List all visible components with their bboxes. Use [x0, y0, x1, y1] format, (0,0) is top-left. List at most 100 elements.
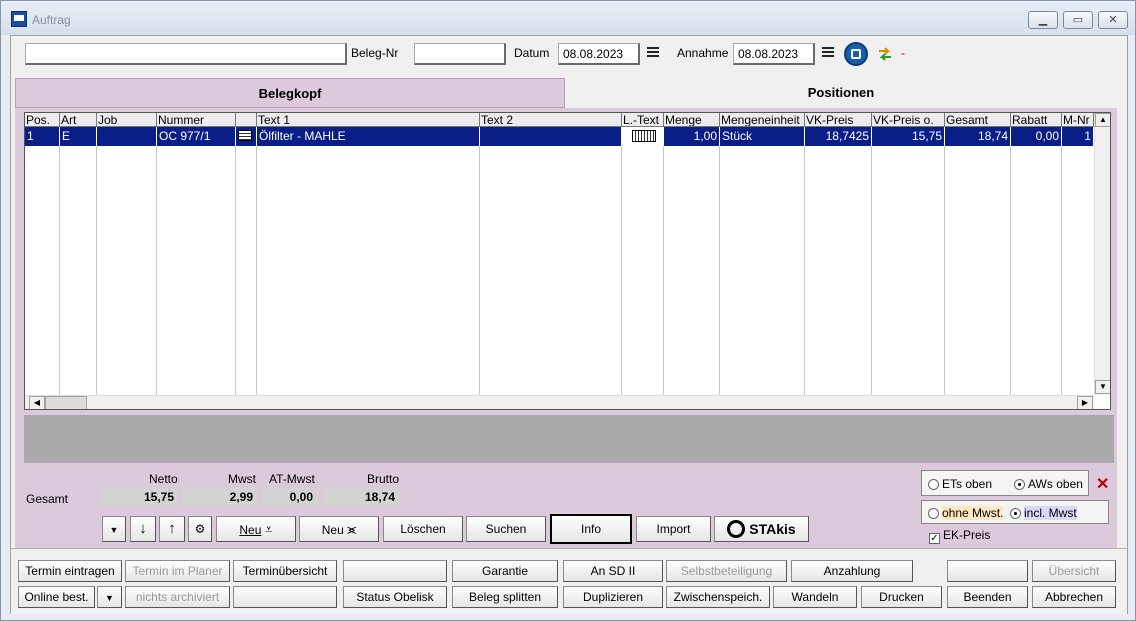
col-nummer[interactable]: Nummer — [157, 113, 236, 127]
note-icon[interactable] — [238, 130, 252, 141]
datum-label: Datum — [514, 46, 550, 60]
zwischenspeichern-button[interactable]: Zwischenspeich. — [666, 586, 770, 608]
abbrechen-button[interactable]: Abbrechen — [1032, 586, 1116, 608]
col-menge[interactable]: Menge — [664, 113, 720, 127]
stakis-button[interactable]: STAkis — [714, 516, 809, 542]
scroll-down-icon[interactable]: ▼ — [1095, 380, 1110, 394]
status-flag: - — [901, 46, 905, 60]
info-bar — [24, 415, 1114, 463]
ek-preis-checkbox[interactable]: ✓ — [929, 533, 940, 544]
scroll-thumb[interactable] — [45, 396, 87, 409]
scroll-up-icon[interactable]: ▲ — [1095, 113, 1110, 127]
loeschen-button[interactable]: Löschen — [383, 516, 463, 542]
beleg-splitten-button[interactable]: Beleg splitten — [452, 586, 558, 608]
col-job[interactable]: Job — [97, 113, 157, 127]
selbstbeteiligung-button[interactable]: Selbstbeteiligung — [666, 560, 787, 582]
wandeln-button[interactable]: Wandeln — [773, 586, 857, 608]
ohne-mwst-option[interactable]: ohne Mwst. — [928, 506, 1004, 520]
status-obelisk-button[interactable]: Status Obelisk — [343, 586, 447, 608]
title-bar: Auftrag ▁ ▭ ✕ — [1, 1, 1135, 35]
swap-icon[interactable] — [877, 46, 893, 62]
dropdown-button[interactable]: ▼ — [102, 516, 126, 542]
datum-field[interactable]: 08.08.2023 — [558, 43, 640, 65]
suchen-button[interactable]: Suchen — [466, 516, 546, 542]
annahme-field[interactable]: 08.08.2023 — [733, 43, 815, 65]
uebersicht-button[interactable]: Übersicht — [1032, 560, 1116, 582]
chevron-down-icon: ▼ — [109, 525, 119, 535]
annahme-label: Annahme — [677, 46, 729, 60]
beenden-button[interactable]: Beenden — [947, 586, 1028, 608]
neu-between-button[interactable]: Neu ⪤ — [299, 516, 379, 542]
ets-oben-option[interactable]: ETs oben — [928, 477, 992, 491]
grid-header: Pos. Art Job Nummer Text 1 Text 2 L.-Tex… — [25, 113, 1094, 127]
online-bestellen-dropdown[interactable]: ▼ — [97, 586, 122, 608]
termin-eintragen-button[interactable]: Termin eintragen — [18, 560, 122, 582]
beleg-label: Beleg-Nr — [351, 46, 399, 60]
neu-between-label: Neu — [321, 523, 344, 537]
termin-im-planer-button[interactable]: Termin im Planer — [125, 560, 230, 582]
settings-button[interactable]: ⚙ — [188, 516, 212, 542]
obelisk-icon[interactable] — [844, 42, 868, 66]
col-note[interactable] — [236, 113, 257, 127]
close-red-icon[interactable]: ✕ — [1096, 474, 1109, 494]
col-vk-preis[interactable]: VK-Preis — [805, 113, 872, 127]
datum-calendar-icon[interactable] — [647, 47, 659, 59]
online-bestellen-button[interactable]: Online best. — [18, 586, 95, 608]
ets-oben-radio[interactable] — [928, 479, 939, 490]
an-sd-ii-button[interactable]: An SD II — [563, 560, 663, 582]
col-mnr[interactable]: M-Nr — [1062, 113, 1094, 127]
garantie-button[interactable]: Garantie — [452, 560, 558, 582]
col-art[interactable]: Art — [60, 113, 97, 127]
minimize-button[interactable]: ▁ — [1028, 11, 1058, 29]
aws-oben-option[interactable]: AWs oben — [1014, 477, 1083, 491]
beleg-nr-field[interactable] — [414, 43, 506, 65]
maximize-icon: ▭ — [1072, 14, 1084, 26]
customer-field[interactable] — [25, 43, 347, 65]
import-button[interactable]: Import — [636, 516, 711, 542]
col-vk-preis-o[interactable]: VK-Preis o. — [872, 113, 945, 127]
move-down-button[interactable]: ↓ — [130, 516, 156, 542]
scroll-left-icon[interactable]: ◀ — [29, 396, 45, 409]
cell-ltext[interactable] — [622, 127, 664, 146]
terminuebersicht-button[interactable]: Terminübersicht — [233, 560, 337, 582]
table-row[interactable]: 1 E OC 977/1 Ölfilter - MAHLE 1,00 Stück… — [25, 127, 1094, 146]
ohne-mwst-radio[interactable] — [928, 508, 939, 519]
incl-mwst-radio[interactable] — [1010, 508, 1021, 519]
positions-grid[interactable]: Pos. Art Job Nummer Text 1 Text 2 L.-Tex… — [24, 112, 1111, 410]
tab-positionen[interactable]: Positionen — [565, 78, 1117, 108]
blank-button-1[interactable] — [343, 560, 447, 582]
cell-note[interactable] — [236, 127, 257, 146]
move-up-button[interactable]: ↑ — [159, 516, 185, 542]
info-button[interactable]: Info — [550, 514, 632, 544]
maximize-button[interactable]: ▭ — [1063, 11, 1093, 29]
mwst-label: Mwst — [228, 472, 256, 486]
col-text2[interactable]: Text 2 — [480, 113, 622, 127]
app-window: Auftrag ▁ ▭ ✕ Beleg-Nr Datum 08.08.2023 … — [0, 0, 1136, 621]
annahme-calendar-icon[interactable] — [822, 47, 834, 59]
scroll-right-icon[interactable]: ▶ — [1077, 396, 1093, 409]
ltext-icon[interactable] — [632, 130, 656, 142]
gear-icon: ⚙ — [194, 522, 206, 536]
cell-gesamt: 18,74 — [945, 127, 1011, 146]
col-ltext[interactable]: L.-Text — [622, 113, 664, 127]
ek-preis-option[interactable]: ✓ EK-Preis — [929, 528, 990, 544]
aws-oben-radio[interactable] — [1014, 479, 1025, 490]
nichts-archiviert-button[interactable]: nichts archiviert — [125, 586, 230, 608]
drucken-button[interactable]: Drucken — [861, 586, 942, 608]
cell-vk-preis-o: 15,75 — [872, 127, 945, 146]
tab-belegkopf[interactable]: Belegkopf — [15, 78, 565, 108]
blank-button-3[interactable] — [233, 586, 337, 608]
incl-mwst-option[interactable]: incl. Mwst — [1010, 506, 1077, 520]
neu-below-button[interactable]: Neu ⩡ — [216, 516, 296, 542]
anzahlung-button[interactable]: Anzahlung — [791, 560, 913, 582]
col-pos[interactable]: Pos. — [25, 113, 60, 127]
col-text1[interactable]: Text 1 — [257, 113, 480, 127]
duplizieren-button[interactable]: Duplizieren — [563, 586, 663, 608]
blank-button-2[interactable] — [947, 560, 1028, 582]
col-rabatt[interactable]: Rabatt — [1011, 113, 1062, 127]
col-gesamt[interactable]: Gesamt — [945, 113, 1011, 127]
horizontal-scrollbar[interactable]: ◀ ▶ — [25, 395, 1094, 409]
col-mengeneinheit[interactable]: Mengeneinheit — [720, 113, 805, 127]
close-button[interactable]: ✕ — [1098, 11, 1128, 29]
vertical-scrollbar[interactable]: ▲ ▼ — [1094, 113, 1110, 395]
